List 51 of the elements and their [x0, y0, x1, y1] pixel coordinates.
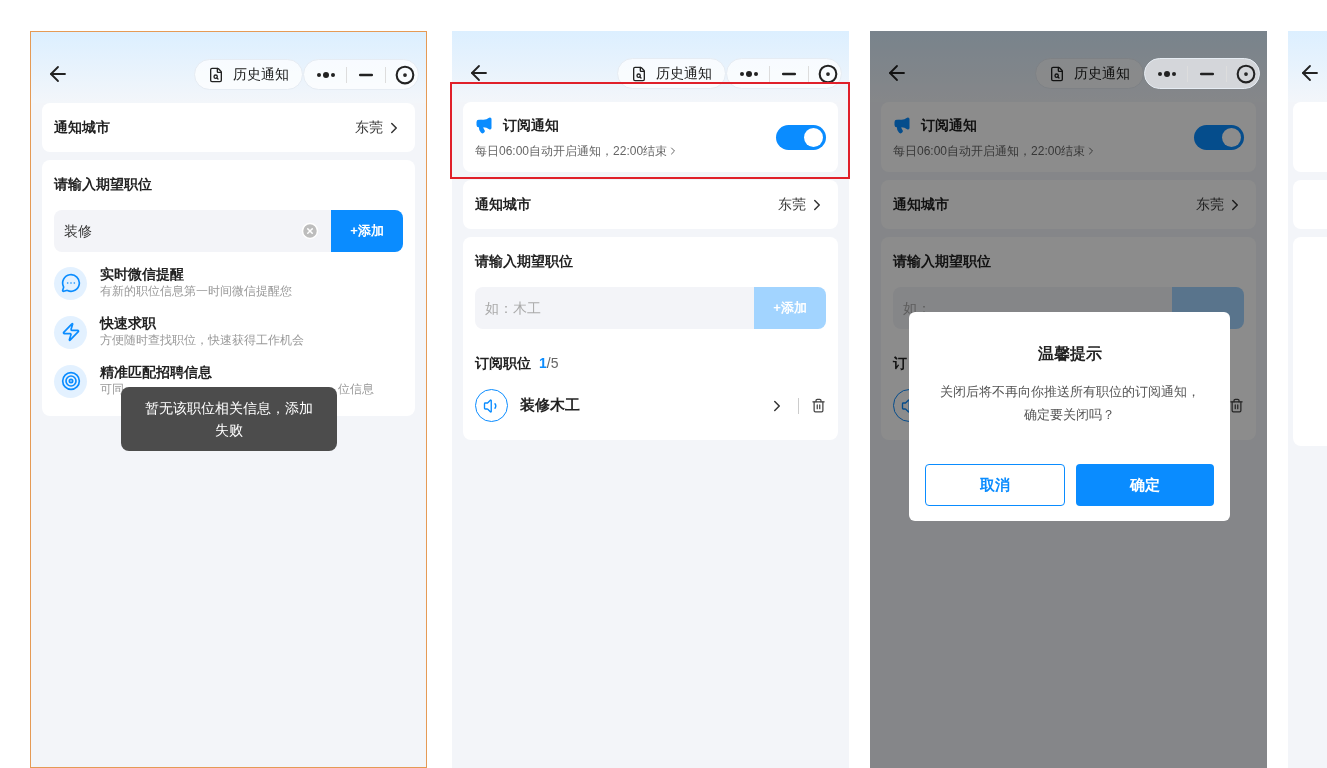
more-icon[interactable] — [316, 70, 336, 79]
position-title: 请输入期望职位 — [54, 175, 153, 194]
feature-description: 方便随时查找职位，快速获得工作机会 — [100, 332, 304, 349]
position-input[interactable]: 如：木工 — [475, 287, 754, 329]
city-value: 东莞 — [355, 118, 383, 137]
city-value: 东莞 — [778, 195, 806, 214]
history-button[interactable]: 历史通知 — [1035, 58, 1144, 89]
delete-icon[interactable] — [811, 398, 826, 413]
document-search-icon — [1049, 65, 1065, 82]
dialog-title: 温馨提示 — [1036, 344, 1103, 364]
feature-title: 快速求职 — [100, 315, 157, 332]
feature-icon — [54, 315, 87, 349]
more-icon[interactable] — [1157, 69, 1177, 78]
feature-title: 精准匹配招聘信息 — [100, 364, 213, 381]
toggle-switch[interactable] — [1194, 124, 1244, 150]
feature-description: 有新的职位信息第一时间微信提醒您 — [100, 283, 292, 300]
city-row[interactable]: 通知城市 东莞 — [881, 180, 1256, 229]
toggle-switch[interactable] — [776, 124, 826, 150]
history-button[interactable]: 历史通知 — [194, 59, 303, 90]
feature-title: 实时微信提醒 — [100, 266, 185, 283]
more-icon[interactable] — [739, 69, 759, 78]
feature-icon — [54, 364, 87, 398]
history-button[interactable]: 历史通知 — [617, 58, 726, 89]
subscribe-title: 订阅通知 — [921, 115, 977, 135]
megaphone-icon — [893, 116, 911, 134]
dialog-message: 关闭后将不再向你推送所有职位的订阅通知，确定要关闭吗？ — [938, 383, 1201, 424]
document-search-icon — [208, 66, 224, 83]
toast-message: 暂无该职位相关信息，添加失败 — [121, 387, 337, 451]
subscribe-subtitle: 每日06:00自动开启通知，22:00结束 — [893, 142, 1086, 160]
subscribe-title: 订阅通知 — [503, 115, 559, 135]
city-label: 通知城市 — [475, 195, 531, 214]
city-row[interactable]: 通知城市 东莞 — [42, 103, 415, 152]
city-label: 通知城市 — [54, 118, 110, 137]
delete-icon[interactable] — [1229, 398, 1244, 413]
feature-icon — [54, 266, 87, 300]
subscribe-subtitle: 每日06:00自动开启通知，22:00结束 — [475, 142, 668, 160]
document-search-icon — [631, 65, 647, 82]
close-icon[interactable] — [818, 63, 838, 84]
city-row[interactable]: 通知城市 东莞 — [463, 180, 838, 229]
subscribed-count: 1/5 — [539, 354, 559, 373]
close-icon[interactable] — [395, 64, 415, 85]
feature-description: 位信息 — [338, 381, 374, 398]
position-title: 请输入期望职位 — [893, 252, 992, 271]
subscribed-title: 订 — [893, 354, 907, 373]
close-icon[interactable] — [1236, 63, 1256, 84]
position-title: 请输入期望职位 — [475, 252, 574, 271]
megaphone-icon — [475, 116, 493, 134]
city-value: 东莞 — [1196, 195, 1224, 214]
city-label: 通知城市 — [893, 195, 949, 214]
subscribed-position: 装修木工 — [520, 395, 580, 416]
subscribed-title: 订阅职位 — [475, 354, 531, 373]
